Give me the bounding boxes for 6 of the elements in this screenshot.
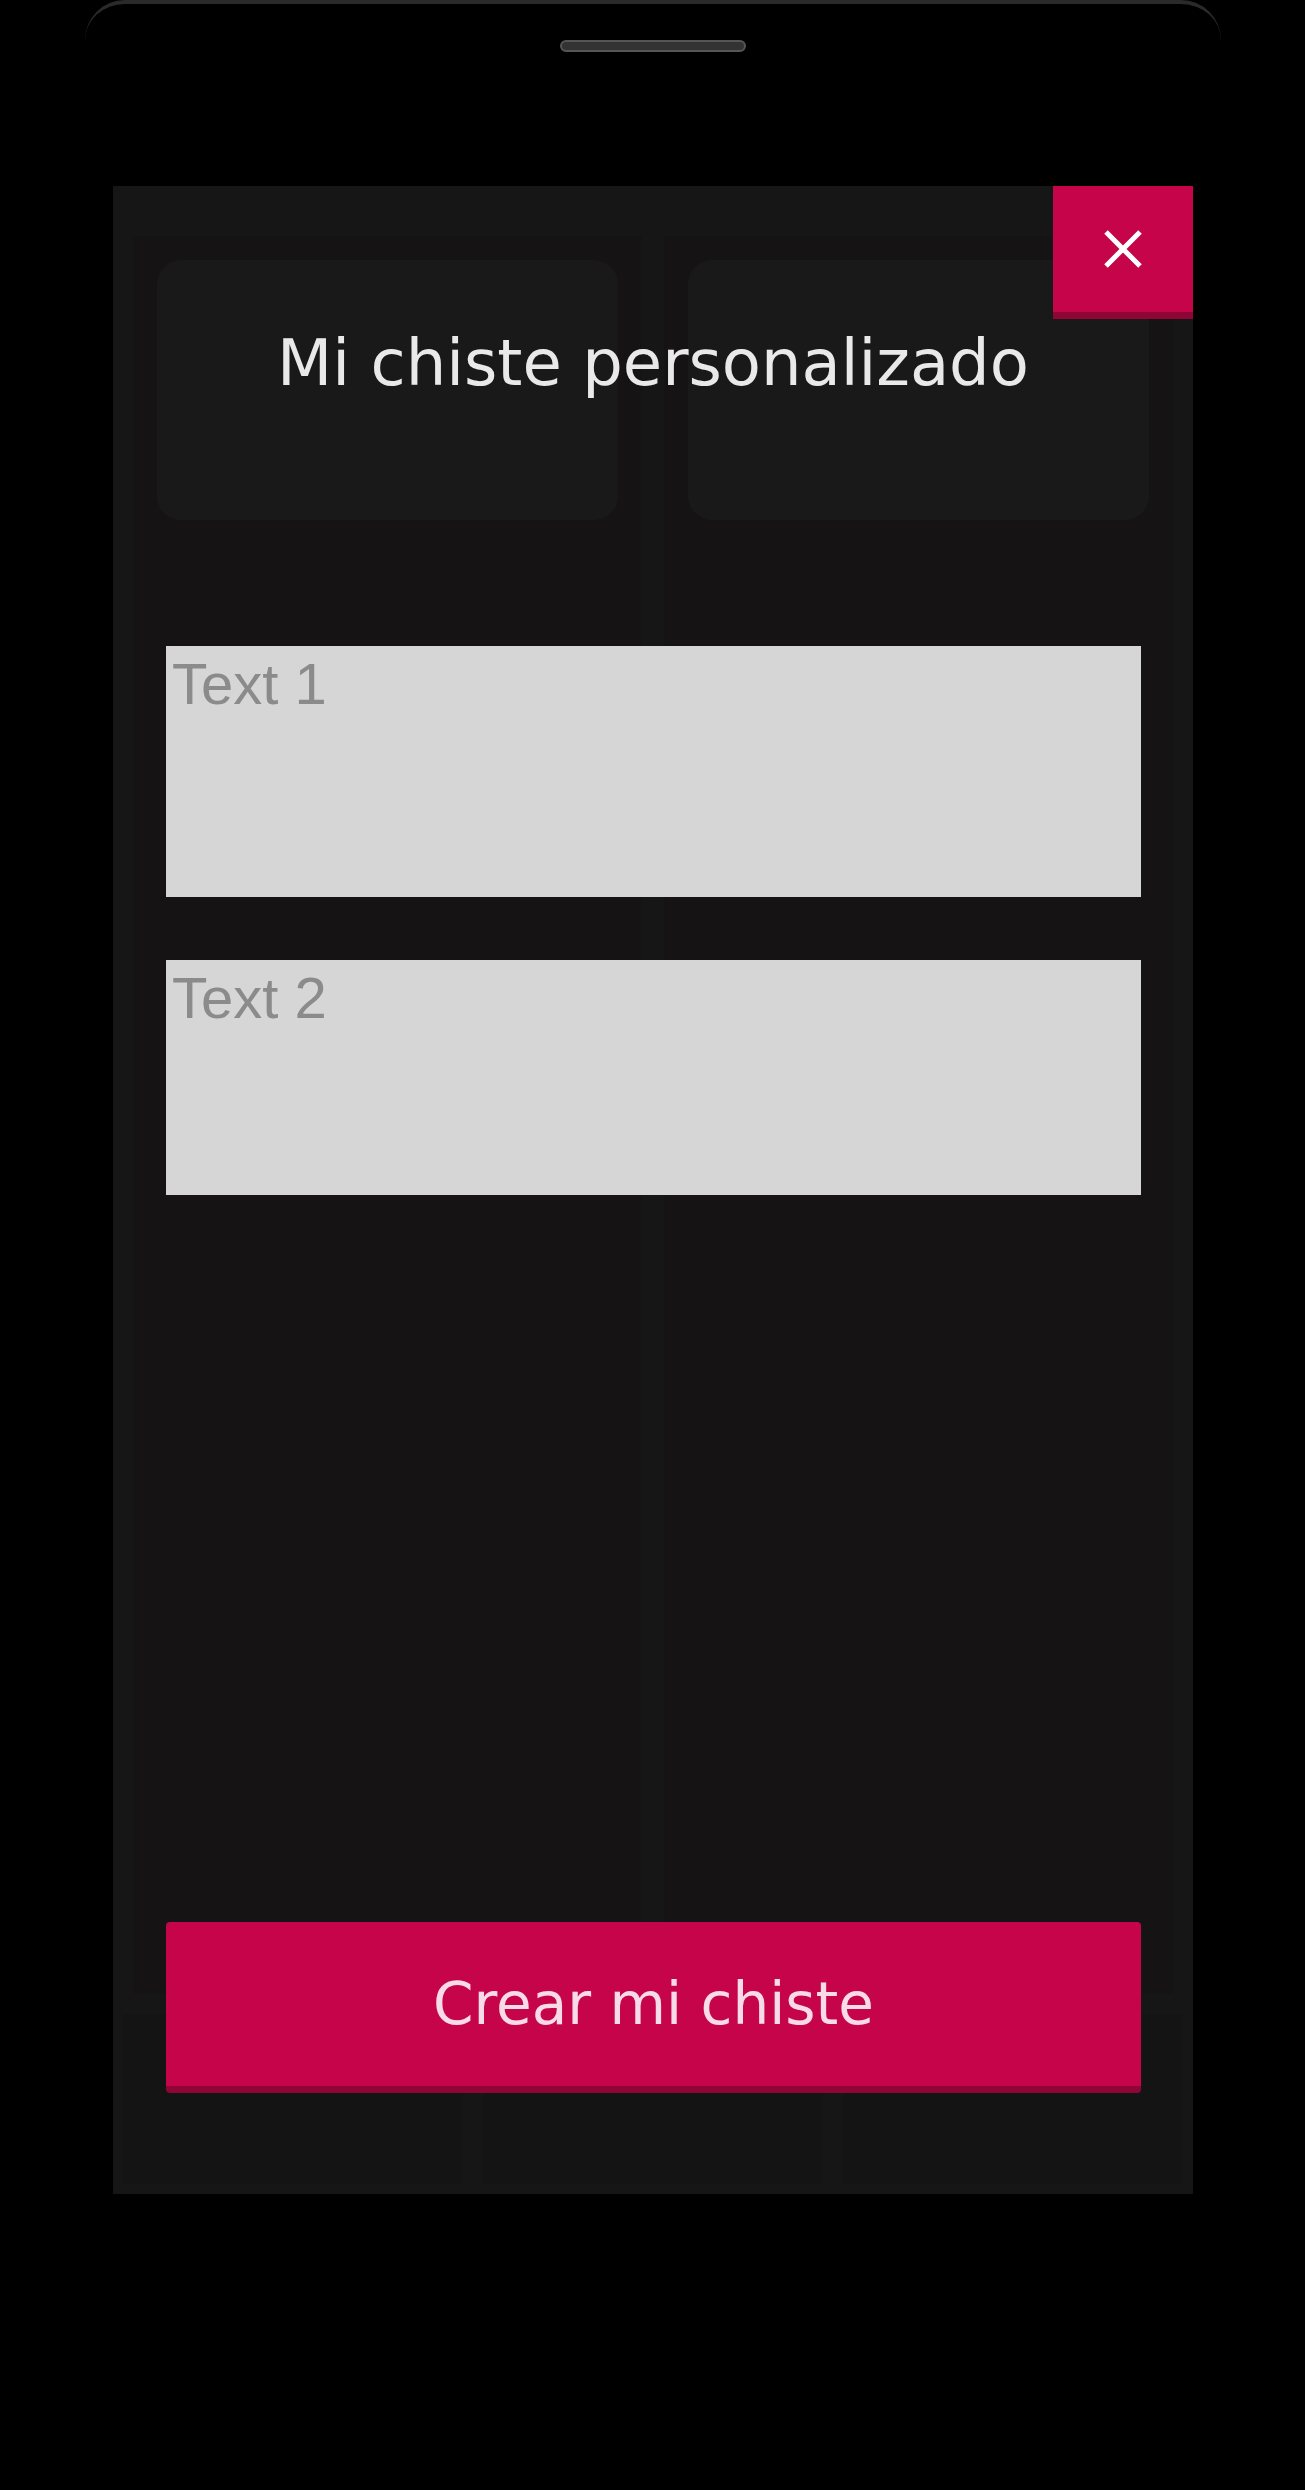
modal-title: Mi chiste personalizado bbox=[277, 325, 1029, 402]
close-icon bbox=[1103, 229, 1143, 269]
create-button[interactable]: Crear mi chiste bbox=[166, 1922, 1141, 2093]
close-button[interactable] bbox=[1053, 186, 1193, 319]
text-input-field[interactable]: Text 1 bbox=[166, 645, 1141, 897]
text-input-field[interactable]: Text 2 bbox=[166, 959, 1141, 1195]
